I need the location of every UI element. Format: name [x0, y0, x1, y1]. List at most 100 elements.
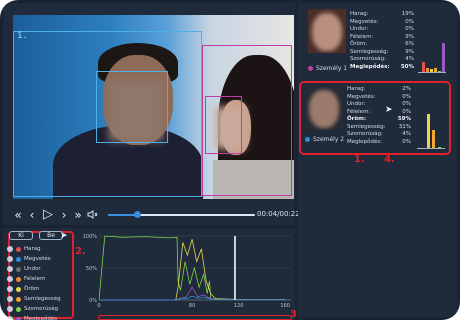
person-2-thumbnail [305, 86, 343, 130]
legend-color-dot [16, 316, 21, 320]
legend-item[interactable]: Meglepődés [7, 314, 61, 320]
emotion-value: 9% [405, 48, 414, 55]
legend-checkbox[interactable] [7, 266, 13, 272]
legend-label: Öröm [24, 286, 40, 292]
x-tick-label: 80 [189, 303, 195, 309]
time-display: 00:04/00:22 [257, 210, 300, 218]
emotion-label: Szomorúság: [347, 131, 383, 137]
volume-icon[interactable] [85, 206, 99, 224]
legend-checkbox[interactable] [7, 286, 13, 292]
legend-label: Undor [24, 266, 41, 272]
x-tick-label: 0 [97, 303, 100, 309]
legend-label: Megvetés [24, 256, 51, 262]
persons-pane: Személy 1 Harag: 19% Megvetés: 0% Undor: 0% Fé… [298, 3, 457, 317]
legend-item[interactable]: Harag [7, 244, 61, 254]
mouse-cursor-icon: ➤ [60, 231, 68, 241]
play-button[interactable]: ▷ [39, 206, 57, 224]
video-player[interactable]: 1. [13, 15, 294, 199]
legend-color-dot [16, 256, 21, 262]
y-tick-label: 0% [89, 298, 97, 304]
emotion-label: Harag: [347, 86, 366, 92]
series-line [99, 239, 286, 301]
prev-frame-button[interactable]: « [11, 206, 25, 224]
legend-toggle-buttons: Ki Be [9, 231, 63, 240]
mini-chart-axis [418, 72, 446, 73]
emotion-label: Szomorúság: [350, 56, 386, 62]
emotion-value: 0% [402, 108, 411, 115]
emotion-label: Undor: [350, 26, 369, 32]
seek-handle[interactable] [134, 211, 142, 218]
legend-checkbox[interactable] [7, 246, 13, 252]
x-tick-label: 160 [280, 303, 290, 309]
forward-button[interactable]: › [57, 206, 71, 224]
legend-checkbox[interactable] [7, 256, 13, 262]
emotion-value: 31% [398, 123, 411, 130]
series-line [99, 295, 286, 301]
legend-checkbox[interactable] [7, 316, 13, 320]
emotion-label: Semlegesség: [347, 123, 386, 130]
legend-label: Semlegesség [24, 296, 61, 302]
emotion-label: Undor: [347, 101, 366, 107]
seek-bar[interactable] [108, 211, 255, 218]
emotion-value: 0% [402, 138, 411, 145]
emotion-label: Félelem: [350, 33, 374, 40]
emotion-row: Félelem: 0% [347, 109, 411, 117]
emotion-value: 6% [405, 41, 414, 47]
person-card-1[interactable]: Személy 1 Harag: 19% Megvetés: 0% Undor: 0% Fé… [302, 7, 450, 77]
x-tick-label: 120 [234, 303, 244, 309]
emotion-label: Meglepődés: [347, 138, 382, 145]
legend-item[interactable]: Semlegesség [7, 294, 61, 304]
seek-progress [108, 214, 138, 216]
emotion-value: 2% [402, 86, 411, 92]
next-frame-button[interactable]: » [71, 206, 85, 224]
emotion-timeline-chart[interactable]: 100% 50% 0%0 80 120 160 [73, 230, 295, 320]
y-tick-label: 100% [83, 234, 98, 240]
face-blur [309, 90, 339, 128]
emotion-value: 0% [405, 18, 414, 25]
legend-item[interactable]: Félelem [7, 274, 61, 284]
mouse-cursor-icon: ➤ [385, 105, 393, 115]
legend-checkbox[interactable] [7, 296, 13, 302]
emotion-value: 4% [405, 56, 414, 62]
person-2-name: Személy 2 [305, 136, 344, 143]
emotion-value: 9% [405, 33, 414, 40]
emotion-row: Harag: 2% [347, 86, 411, 94]
legend-checkbox[interactable] [7, 306, 13, 312]
timeline-scrollbar[interactable] [98, 315, 292, 320]
emotion-bar [426, 113, 430, 149]
legend-color-dot [16, 296, 21, 302]
legend-item[interactable]: Szomorúság [7, 304, 61, 314]
legend-item[interactable]: Megvetés [7, 254, 61, 264]
annotation-4: 4. [384, 154, 395, 165]
annotation-1: 1. [354, 154, 365, 165]
legend-checkbox[interactable] [7, 276, 13, 282]
legend-color-dot [16, 306, 21, 312]
emotion-label: Öröm: [350, 41, 368, 47]
emotion-label: Félelem: [347, 108, 371, 115]
emotion-row: Öröm: 59% [347, 116, 411, 124]
back-button[interactable]: ‹ [25, 206, 39, 224]
emotion-label: Öröm: [347, 116, 367, 122]
emotion-analysis-app: 1. « ‹ ▷ › » 00:04/00:22 Ki Be ➤ Harag Me… [0, 0, 460, 320]
emotion-row: Undor: 0% [347, 101, 411, 109]
legend-item[interactable]: Öröm [7, 284, 61, 294]
emotion-label: Semlegesség: [350, 48, 389, 55]
legend-color-dot [16, 276, 21, 282]
emotion-bar [432, 130, 436, 149]
emotion-value: 0% [405, 26, 414, 32]
emotion-row: Szomorúság: 4% [350, 56, 414, 64]
legend-item[interactable]: Undor [7, 264, 61, 274]
person-card-2[interactable]: Személy 2 Harag: 2% Megvetés: 0% Undor: 0% Fél… [299, 81, 451, 155]
emotion-row: Meglepődés: 50% [350, 64, 414, 72]
toggle-all-off-button[interactable]: Ki [9, 231, 33, 240]
emotion-row: Harag: 19% [350, 11, 414, 19]
person-1-color-dot [308, 66, 313, 71]
emotion-value: 19% [401, 11, 414, 17]
emotion-value: 50% [400, 63, 414, 70]
legend-label: Félelem [24, 276, 46, 282]
person-1-name: Személy 1 [308, 65, 347, 72]
legend-label: Meglepődés [24, 316, 58, 320]
legend-color-dot [16, 286, 21, 292]
emotion-value: 4% [402, 131, 411, 137]
mini-chart-axis [417, 148, 445, 149]
